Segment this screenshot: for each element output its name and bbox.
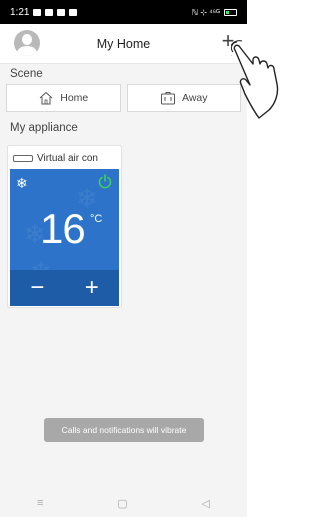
battery-icon	[224, 8, 237, 16]
house-icon	[39, 91, 53, 105]
scene-away-label: Away	[182, 92, 208, 104]
message-icon	[69, 8, 78, 16]
app-header: My Home +	[0, 24, 247, 64]
scene-home-label: Home	[60, 92, 89, 104]
appliance-label: My appliance	[10, 122, 78, 134]
scene-label: Scene	[10, 68, 43, 80]
settings-icon	[33, 8, 42, 16]
luggage-icon	[161, 92, 175, 105]
increase-temp-button[interactable]: +	[85, 274, 99, 302]
system-nav-bar: ≡ ▢ ◁	[0, 489, 247, 517]
back-nav-button[interactable]: ◁	[202, 497, 210, 510]
menu-nav-button[interactable]: ≡	[37, 497, 43, 509]
app-icon	[57, 8, 66, 16]
scene-row: Home Away	[0, 80, 247, 112]
scene-home-button[interactable]: Home	[6, 84, 121, 112]
avatar[interactable]	[14, 30, 40, 56]
snowflake-icon[interactable]: ❄	[16, 175, 28, 192]
decrease-temp-button[interactable]: −	[30, 274, 44, 302]
appliance-name: Virtual air con	[37, 153, 98, 164]
ac-controls: − +	[10, 270, 119, 306]
appliance-card[interactable]: Virtual air con ❄ ❄ ❄ ❄ 16 °C − +	[7, 145, 122, 308]
temperature-value: 16	[40, 205, 86, 252]
appliance-title: Virtual air con	[8, 146, 121, 168]
tap-hand-icon	[231, 40, 279, 119]
power-icon[interactable]	[97, 173, 113, 189]
status-bar: 1:21 ℕ ⊹ ⁴⁶ᴳ	[0, 0, 247, 24]
status-time: 1:21	[10, 6, 30, 18]
home-nav-button[interactable]: ▢	[117, 497, 127, 510]
toast-message: Calls and notifications will vibrate	[44, 418, 204, 442]
scene-away-button[interactable]: Away	[126, 84, 241, 112]
notification-icon	[45, 8, 54, 16]
temperature-unit: °C	[90, 213, 103, 225]
ac-control-panel: ❄ ❄ ❄ ❄ 16 °C − +	[10, 169, 119, 306]
signal-icons: ℕ ⊹ ⁴⁶ᴳ	[191, 7, 220, 17]
air-conditioner-icon	[13, 155, 33, 162]
phone-screen: 1:21 ℕ ⊹ ⁴⁶ᴳ My Home + Scene Home Away M…	[0, 0, 247, 517]
